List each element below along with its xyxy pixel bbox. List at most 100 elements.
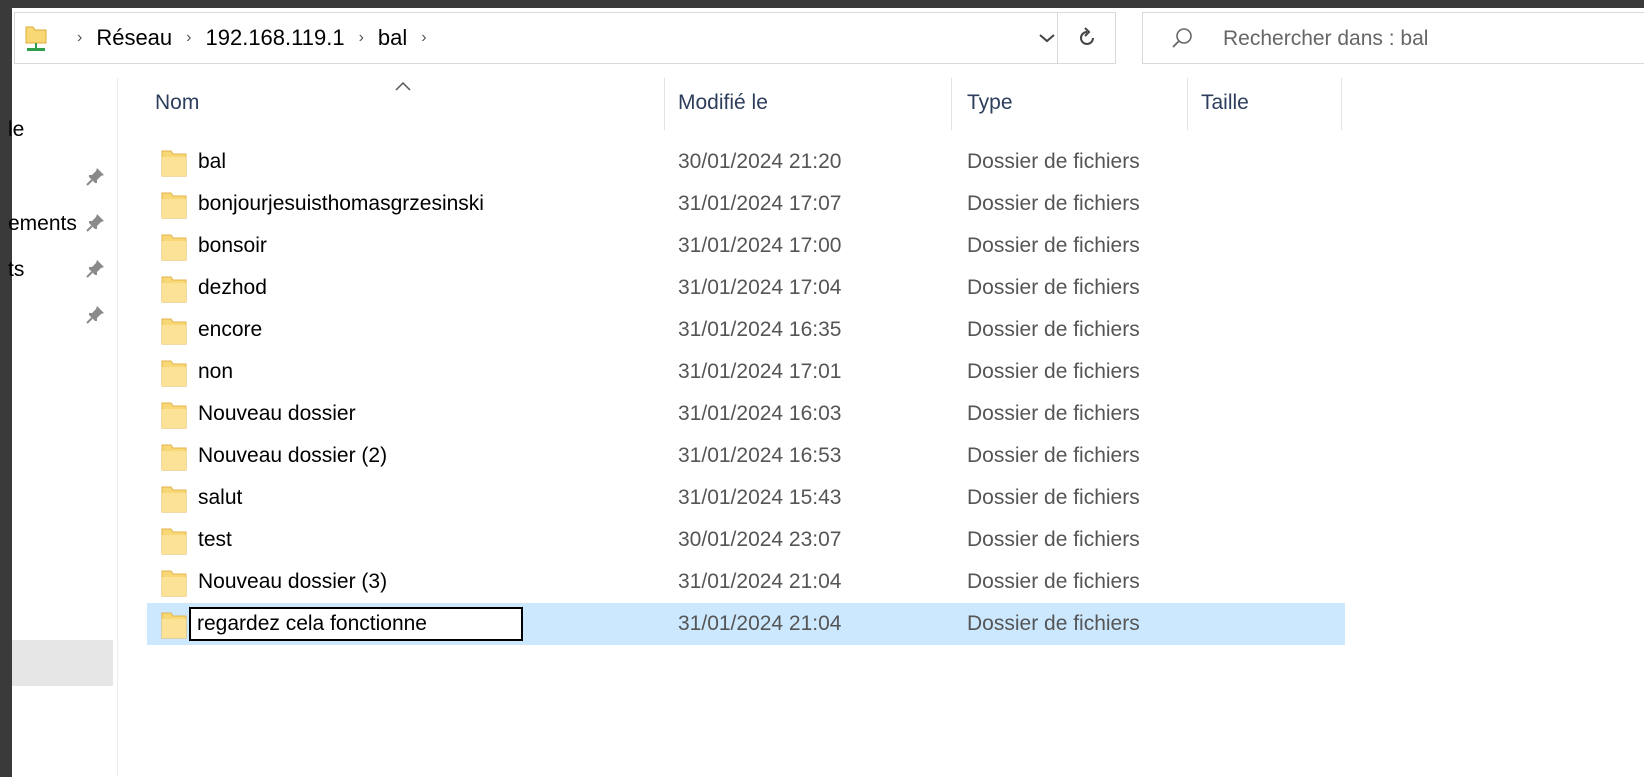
table-row[interactable]: bonjourjesuisthomasgrzesinski 31/01/2024… [147, 183, 1347, 225]
breadcrumb-item-bal[interactable]: bal [378, 25, 407, 51]
folder-icon [161, 570, 187, 597]
file-name: dezhod [198, 276, 267, 299]
table-row[interactable]: dezhod 31/01/2024 17:04 Dossier de fichi… [147, 267, 1347, 309]
nav-item-1[interactable] [12, 158, 117, 198]
table-row[interactable]: test 30/01/2024 23:07 Dossier de fichier… [147, 519, 1347, 561]
nav-item-selected[interactable] [12, 640, 113, 686]
address-bar[interactable]: › Réseau › 192.168.119.1 › bal › [14, 12, 1058, 64]
file-modified: 31/01/2024 17:01 [678, 360, 842, 383]
file-name: test [198, 528, 232, 551]
nav-item-label: le [8, 118, 25, 141]
pin-icon [86, 168, 104, 186]
file-name: Nouveau dossier (2) [198, 444, 388, 467]
pin-icon [86, 214, 104, 232]
window-frame-left [0, 0, 12, 777]
table-row[interactable]: bal 30/01/2024 21:20 Dossier de fichiers [147, 141, 1347, 183]
nav-item-4[interactable] [12, 296, 117, 336]
pin-icon [86, 260, 104, 278]
file-type: Dossier de fichiers [967, 612, 1140, 635]
file-modified: 30/01/2024 21:20 [678, 150, 842, 173]
table-row[interactable]: non 31/01/2024 17:01 Dossier de fichiers [147, 351, 1347, 393]
nav-item-0[interactable]: le [8, 110, 117, 150]
refresh-icon [1079, 27, 1094, 45]
file-modified: 31/01/2024 16:35 [678, 318, 842, 341]
folder-icon [161, 360, 187, 387]
file-type: Dossier de fichiers [967, 486, 1140, 509]
search-icon [1172, 28, 1192, 48]
file-modified: 31/01/2024 17:07 [678, 192, 842, 215]
file-type: Dossier de fichiers [967, 318, 1140, 341]
file-modified: 31/01/2024 17:00 [678, 234, 842, 257]
table-row[interactable]: Nouveau dossier (3) 31/01/2024 21:04 Dos… [147, 561, 1347, 603]
search-box[interactable] [1142, 12, 1644, 64]
search-input[interactable] [1221, 23, 1635, 55]
file-name: encore [198, 318, 263, 341]
file-modified: 30/01/2024 23:07 [678, 528, 842, 551]
rename-input[interactable] [189, 607, 523, 641]
file-name: salut [198, 486, 243, 509]
column-header: Nom Modifié le Type Taille [147, 78, 1347, 130]
table-row[interactable]: Nouveau dossier 31/01/2024 16:03 Dossier… [147, 393, 1347, 435]
folder-icon [161, 234, 187, 261]
breadcrumb-item-ip[interactable]: 192.168.119.1 [206, 25, 345, 51]
network-icon [23, 23, 49, 53]
pin-icon [86, 306, 104, 324]
file-modified: 31/01/2024 16:03 [678, 402, 842, 425]
folder-icon [161, 486, 187, 513]
file-modified: 31/01/2024 15:43 [678, 486, 842, 509]
column-header-modified[interactable]: Modifié le [678, 78, 768, 128]
breadcrumb: › Réseau › 192.168.119.1 › bal › [23, 13, 441, 63]
file-type: Dossier de fichiers [967, 192, 1140, 215]
file-type: Dossier de fichiers [967, 150, 1140, 173]
folder-icon [161, 444, 187, 471]
window-frame-top [0, 0, 1644, 8]
breadcrumb-item-reseau[interactable]: Réseau [96, 25, 172, 51]
column-header-name[interactable]: Nom [155, 78, 199, 128]
file-modified: 31/01/2024 21:04 [678, 570, 842, 593]
file-name: bonsoir [198, 234, 267, 257]
breadcrumb-separator[interactable]: › [77, 29, 82, 47]
column-resize-handle[interactable] [664, 78, 665, 130]
column-resize-handle[interactable] [951, 78, 952, 130]
breadcrumb-separator[interactable]: › [186, 29, 191, 47]
file-name: non [198, 360, 234, 383]
folder-icon [161, 402, 187, 429]
folder-icon [161, 318, 187, 345]
file-type: Dossier de fichiers [967, 276, 1140, 299]
breadcrumb-separator[interactable]: › [359, 29, 364, 47]
file-name: bal [198, 150, 227, 173]
nav-item-label: ements [8, 212, 77, 235]
folder-icon [161, 150, 187, 177]
column-header-type[interactable]: Type [967, 78, 1013, 128]
table-row[interactable]: salut 31/01/2024 15:43 Dossier de fichie… [147, 477, 1347, 519]
file-type: Dossier de fichiers [967, 570, 1140, 593]
file-type: Dossier de fichiers [967, 234, 1140, 257]
chevron-down-icon [1039, 34, 1055, 43]
file-type: Dossier de fichiers [967, 402, 1140, 425]
file-name: Nouveau dossier (3) [198, 570, 388, 593]
nav-item-2[interactable]: ements [8, 204, 117, 244]
column-resize-handle[interactable] [1341, 78, 1342, 130]
file-type: Dossier de fichiers [967, 360, 1140, 383]
folder-icon [161, 276, 187, 303]
table-row[interactable]: bonsoir 31/01/2024 17:00 Dossier de fich… [147, 225, 1347, 267]
breadcrumb-separator[interactable]: › [421, 29, 426, 47]
file-modified: 31/01/2024 16:53 [678, 444, 842, 467]
file-type: Dossier de fichiers [967, 444, 1140, 467]
nav-item-label: ts [8, 258, 25, 281]
table-row[interactable]: encore 31/01/2024 16:35 Dossier de fichi… [147, 309, 1347, 351]
file-modified: 31/01/2024 17:04 [678, 276, 842, 299]
table-row-selected[interactable]: 31/01/2024 21:04 Dossier de fichiers [147, 603, 1345, 645]
file-name: bonjourjesuisthomasgrzesinski [198, 192, 484, 215]
file-name: Nouveau dossier [198, 402, 356, 425]
folder-icon [161, 528, 187, 555]
folder-icon [161, 612, 187, 639]
column-resize-handle[interactable] [1187, 78, 1188, 130]
refresh-button[interactable] [1058, 12, 1116, 64]
table-row[interactable]: Nouveau dossier (2) 31/01/2024 16:53 Dos… [147, 435, 1347, 477]
column-header-size[interactable]: Taille [1201, 78, 1249, 128]
file-modified: 31/01/2024 21:04 [678, 612, 842, 635]
file-type: Dossier de fichiers [967, 528, 1140, 551]
folder-icon [161, 192, 187, 219]
nav-item-3[interactable]: ts [8, 250, 117, 290]
